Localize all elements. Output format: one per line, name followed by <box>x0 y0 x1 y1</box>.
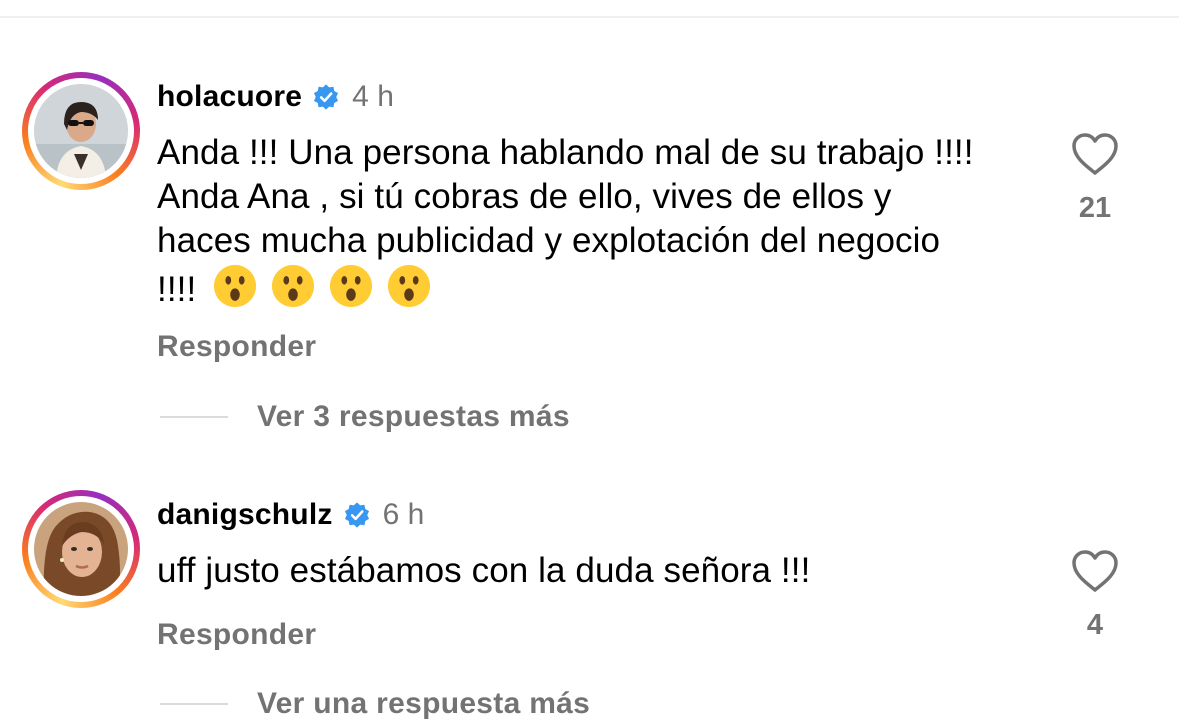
username[interactable]: holacuore <box>157 79 302 115</box>
comment-text: uff justo estábamos con la duda señora !… <box>157 551 811 590</box>
avatar <box>34 502 128 596</box>
verified-badge-icon <box>344 502 369 528</box>
timestamp: 4 h <box>352 80 394 113</box>
heart-icon[interactable] <box>1070 131 1120 177</box>
reply-thread-line <box>160 416 228 418</box>
top-divider <box>0 16 1179 18</box>
avatar <box>34 84 128 178</box>
like-control: 21 <box>1060 131 1130 225</box>
story-ring[interactable] <box>22 490 140 608</box>
emoji-group <box>212 263 432 309</box>
story-ring[interactable] <box>22 72 140 190</box>
astonished-face-emoji-icon <box>272 264 315 308</box>
view-replies-button[interactable]: Ver 3 respuestas más <box>160 399 570 435</box>
view-replies-button[interactable]: Ver una respuesta más <box>160 686 590 722</box>
comment-body: uff justo estábamos con la duda señora !… <box>157 549 977 593</box>
view-replies-label: Ver una respuesta más <box>257 687 591 720</box>
like-control: 4 <box>1060 548 1130 642</box>
astonished-face-emoji-icon <box>388 264 431 308</box>
username[interactable]: danigschulz <box>157 497 333 533</box>
comment-body: Anda !!! Una persona hablando mal de su … <box>157 131 977 312</box>
like-count: 4 <box>1086 609 1104 641</box>
reply-button[interactable]: Responder <box>157 617 316 653</box>
astonished-face-emoji-icon <box>330 264 373 308</box>
reply-thread-line <box>160 703 228 705</box>
astonished-face-emoji-icon <box>214 264 257 308</box>
like-count: 21 <box>1078 192 1112 224</box>
reply-button[interactable]: Responder <box>157 329 316 365</box>
verified-badge-icon <box>314 84 339 110</box>
heart-icon[interactable] <box>1070 548 1120 594</box>
timestamp: 6 h <box>382 498 425 531</box>
view-replies-label: Ver 3 respuestas más <box>257 400 570 433</box>
